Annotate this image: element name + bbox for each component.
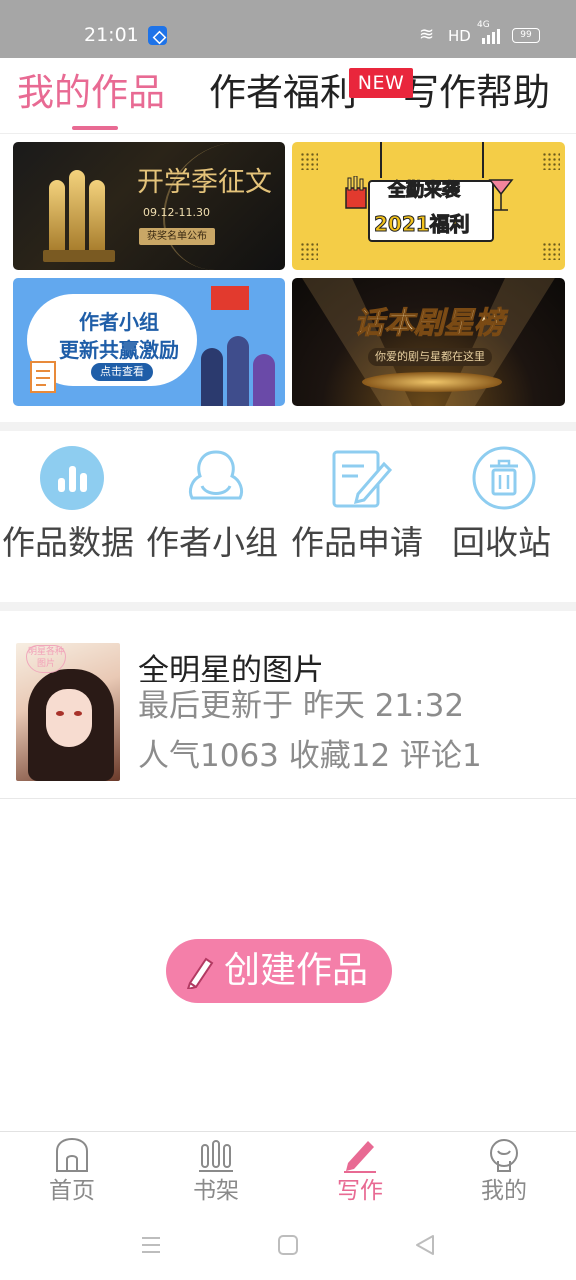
banner-subtitle: 你爱的剧与星都在这里 (368, 348, 492, 366)
top-tab-bar: 我的作品 作者福利 写作帮助 NEW (0, 58, 576, 134)
system-nav-bar (0, 1211, 576, 1280)
section-divider (0, 602, 576, 611)
banner-line2: 2021福利 (374, 212, 471, 237)
network-label: HD (448, 27, 471, 45)
nav-item-bookshelf[interactable]: 书架 (144, 1132, 288, 1212)
person-figure (253, 354, 275, 406)
action-label-work-apply[interactable]: 作品申请 (291, 522, 423, 564)
banner-button: 获奖名单公布 (139, 228, 215, 245)
section-divider (0, 422, 576, 431)
decorative-dots (300, 152, 318, 170)
banner-line2: 更新共赢激励 (59, 338, 179, 362)
trophy-icon (49, 180, 65, 254)
nav-label: 首页 (49, 1178, 95, 1204)
cover-label: 明星各种图片 (26, 645, 66, 673)
status-time: 21:01 (84, 24, 139, 46)
nav-item-home[interactable]: 首页 (0, 1132, 144, 1212)
menu-icon[interactable] (139, 1233, 163, 1257)
nav-item-write[interactable]: 写作 (288, 1132, 432, 1212)
tab-writing-help[interactable]: 写作帮助 (402, 70, 550, 116)
battery-icon: 99 (512, 28, 540, 43)
divider (0, 798, 576, 799)
trophy-icon (89, 180, 105, 254)
nav-item-profile[interactable]: 我的 (432, 1132, 576, 1212)
tab-my-works[interactable]: 我的作品 (17, 70, 165, 116)
create-work-button[interactable]: 创建作品 (166, 939, 392, 1003)
action-label-author-group[interactable]: 作者小组 (146, 522, 278, 564)
work-updated-time: 最后更新于 昨天 21:32 (138, 688, 465, 724)
bar-chart-icon[interactable] (40, 446, 104, 510)
action-label-recycle-bin[interactable]: 回收站 (452, 522, 551, 564)
back-icon[interactable] (413, 1233, 437, 1257)
banner-title: 话本剧星榜 (354, 306, 505, 342)
bottom-nav: 首页 书架 写作 我的 (0, 1131, 576, 1211)
action-label-work-data[interactable]: 作品数据 (2, 522, 134, 564)
nav-label: 书架 (193, 1178, 239, 1204)
banner-back-to-school-contest[interactable]: 开学季征文 09.12-11.30 获奖名单公布 (13, 142, 285, 270)
hanging-string (380, 142, 382, 178)
stage-platform (362, 372, 502, 392)
profile-icon (490, 1139, 518, 1172)
person-figure (201, 348, 223, 406)
banner-date: 09.12-11.30 (143, 206, 210, 219)
cocktail-icon (488, 179, 514, 211)
trophy-icon (69, 170, 85, 254)
tab-author-benefits[interactable]: 作者福利 (209, 70, 357, 116)
cover-eye (56, 711, 64, 716)
edit-document-icon[interactable] (328, 446, 392, 510)
cover-face (46, 689, 92, 747)
decorative-dots (542, 152, 560, 170)
banner-drama-star-ranking[interactable]: 话本剧星榜 你爱的剧与星都在这里 (292, 278, 565, 406)
banner-author-group[interactable]: 作者小组 更新共赢激励 点击查看 (13, 278, 285, 406)
trophy-base (43, 250, 115, 262)
banner-attendance-bonus[interactable]: 全勤来袭 2021福利 (292, 142, 565, 270)
banner-title: 开学季征文 (137, 167, 272, 198)
work-cover-image[interactable]: 明星各种图片 (16, 643, 120, 781)
app-notification-icon (148, 26, 167, 45)
fries-icon (345, 176, 367, 209)
person-figure (227, 336, 249, 406)
create-work-label: 创建作品 (224, 950, 369, 991)
banner-button: 点击查看 (91, 363, 153, 381)
new-badge: NEW (349, 68, 413, 98)
hanging-string (482, 142, 484, 178)
status-bar: 21:01 ≋ HD 4G 99 (0, 0, 576, 58)
bookshelf-icon (199, 1140, 233, 1172)
nav-label: 写作 (337, 1178, 383, 1204)
home-icon (56, 1137, 88, 1172)
decorative-dots (300, 242, 318, 260)
work-stats: 人气1063 收藏12 评论1 (138, 738, 482, 774)
pencil-icon (186, 957, 214, 989)
home-square-icon[interactable] (276, 1233, 300, 1257)
checklist-icon (30, 361, 56, 393)
group-icon[interactable] (184, 446, 248, 510)
pencil-icon (344, 1141, 376, 1173)
banner-line1: 全勤来袭 (388, 180, 461, 202)
wifi-icon: ≋ (419, 24, 435, 45)
signal-icon (478, 28, 502, 44)
work-title[interactable]: 全明星的图片 (138, 648, 558, 682)
banner-line1: 作者小组 (79, 310, 159, 334)
active-tab-indicator (72, 126, 118, 130)
flag-icon (211, 286, 249, 310)
trash-icon[interactable] (472, 446, 536, 510)
nav-label: 我的 (481, 1178, 527, 1204)
cover-eye (74, 711, 82, 716)
decorative-dots (542, 242, 560, 260)
